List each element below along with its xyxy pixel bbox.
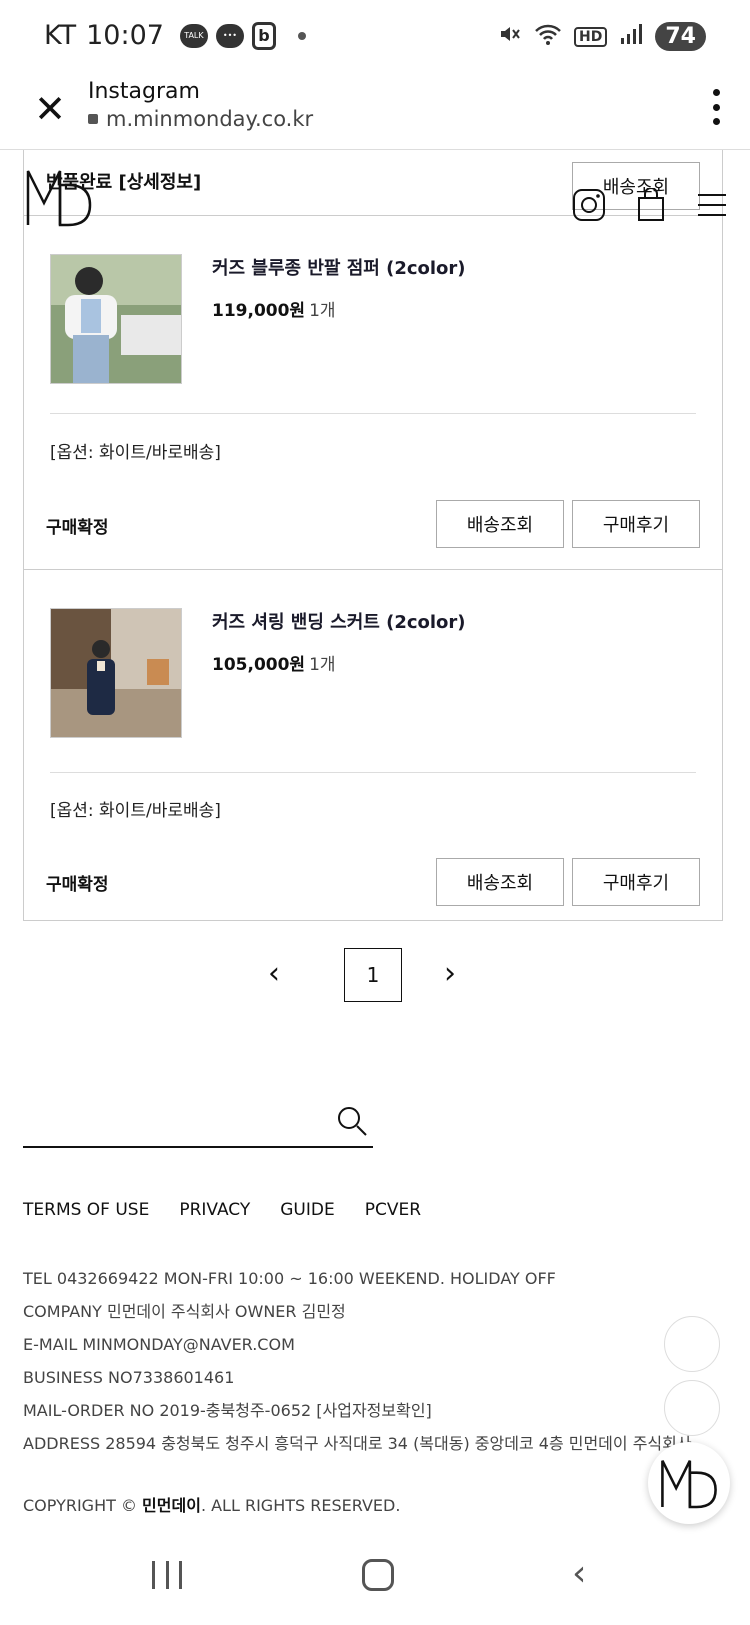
track-delivery-button[interactable]: 배송조회 [436, 500, 564, 548]
search-input[interactable] [23, 1106, 323, 1142]
product-price: 105,000원 [212, 655, 306, 675]
copyright-suffix: . ALL RIGHTS RESERVED. [200, 1496, 401, 1515]
lock-icon [88, 114, 98, 124]
system-navigation-bar: ‹ [0, 1535, 750, 1625]
floating-button-top[interactable] [664, 1316, 720, 1372]
status-bar: KT 10:07 TALK ••• b HD 74 [0, 0, 750, 75]
company-info: TEL 0432669422 MON-FRI 10:00 ~ 16:00 WEE… [23, 1262, 692, 1460]
in-app-browser-bar: ✕ Instagram m.minmonday.co.kr [0, 75, 750, 150]
guide-link[interactable]: GUIDE [280, 1200, 334, 1220]
browser-title: Instagram [88, 79, 200, 104]
carrier-label: KT [44, 20, 77, 51]
item-status: 구매확정 [46, 875, 109, 895]
footer-links: TERMS OF USE PRIVACY GUIDE PCVER [23, 1200, 421, 1220]
pc-version-link[interactable]: PCVER [365, 1200, 421, 1220]
search-bar [23, 1100, 373, 1148]
business-no-info: BUSINESS NO7338601461 [23, 1368, 235, 1387]
hd-icon: HD [574, 26, 608, 47]
product-option: [옵션: 화이트/바로배송] [50, 443, 221, 463]
tel-info: TEL 0432669422 MON-FRI 10:00 ~ 16:00 WEE… [23, 1269, 556, 1288]
floating-logo-button[interactable] [648, 1442, 730, 1524]
floating-button-bottom[interactable] [664, 1380, 720, 1436]
browser-url: m.minmonday.co.kr [88, 107, 313, 131]
product-quantity: 1개 [309, 301, 336, 321]
wifi-icon [534, 22, 562, 51]
next-page-button[interactable]: › [444, 956, 456, 991]
email-info: E-MAIL MINMONDAY@NAVER.COM [23, 1335, 295, 1354]
product-price: 119,000원 [212, 301, 306, 321]
privacy-link[interactable]: PRIVACY [179, 1200, 250, 1220]
divider [50, 413, 696, 414]
copyright-prefix: COPYRIGHT © [23, 1496, 143, 1515]
notification-icons: TALK ••• b [179, 21, 306, 50]
pagination: ‹ 1 › [0, 948, 750, 1004]
product-price-row: 119,000원 1개 [212, 296, 336, 321]
back-icon[interactable]: ‹ [572, 1553, 586, 1594]
signal-icon [619, 22, 643, 51]
copyright: COPYRIGHT © 민먼데이. ALL RIGHTS RESERVED. [23, 1492, 400, 1516]
mail-order-info[interactable]: MAIL-ORDER NO 2019-충북청주-0652 [사업자정보확인] [23, 1394, 692, 1427]
product-thumbnail[interactable] [50, 608, 182, 738]
status-right: HD 74 [498, 22, 706, 51]
status-left: KT 10:07 TALK ••• b [44, 20, 306, 51]
copyright-brand: 민먼데이 [142, 1496, 201, 1515]
product-quantity: 1개 [309, 655, 336, 675]
item-status: 구매확정 [46, 518, 109, 538]
mute-icon [498, 22, 522, 51]
product-price-row: 105,000원 1개 [212, 650, 336, 675]
order-item: 커즈 셔링 밴딩 스커트 (2color) 105,000원 1개 [옵션: 화이… [23, 570, 723, 921]
search-icon[interactable] [335, 1104, 369, 1138]
home-icon[interactable] [362, 1559, 394, 1591]
product-option: [옵션: 화이트/바로배송] [50, 801, 221, 821]
more-notifications-dot [297, 31, 306, 40]
kakaotalk-icon: TALK [179, 23, 208, 48]
clock: 10:07 [86, 20, 164, 51]
company-name-info: COMPANY 민먼데이 주식회사 OWNER 김민정 [23, 1302, 346, 1321]
write-review-button[interactable]: 구매후기 [572, 500, 700, 548]
terms-link[interactable]: TERMS OF USE [23, 1200, 149, 1220]
product-thumbnail[interactable] [50, 254, 182, 384]
battery-indicator: 74 [655, 22, 706, 51]
prev-page-button[interactable]: ‹ [268, 956, 280, 991]
url-text: m.minmonday.co.kr [106, 107, 314, 131]
item-actions: 배송조회 구매후기 [436, 500, 700, 548]
b-app-icon: b [251, 21, 276, 50]
order-item: 커즈 블루종 반팔 점퍼 (2color) 119,000원 1개 [옵션: 화이… [23, 216, 723, 570]
track-delivery-button[interactable]: 배송조회 [436, 858, 564, 906]
divider [50, 772, 696, 773]
product-name[interactable]: 커즈 블루종 반팔 점퍼 (2color) [212, 254, 466, 280]
current-page[interactable]: 1 [344, 948, 402, 1002]
recent-apps-icon[interactable] [152, 1561, 182, 1591]
item-actions: 배송조회 구매후기 [436, 858, 700, 906]
product-name[interactable]: 커즈 셔링 밴딩 스커트 (2color) [212, 608, 466, 634]
more-options-icon[interactable] [710, 89, 722, 125]
message-icon: ••• [215, 23, 244, 48]
address-info: ADDRESS 28594 충청북도 청주시 흥덕구 사직대로 34 (복대동)… [23, 1434, 692, 1453]
close-icon[interactable]: ✕ [30, 89, 70, 129]
write-review-button[interactable]: 구매후기 [572, 858, 700, 906]
